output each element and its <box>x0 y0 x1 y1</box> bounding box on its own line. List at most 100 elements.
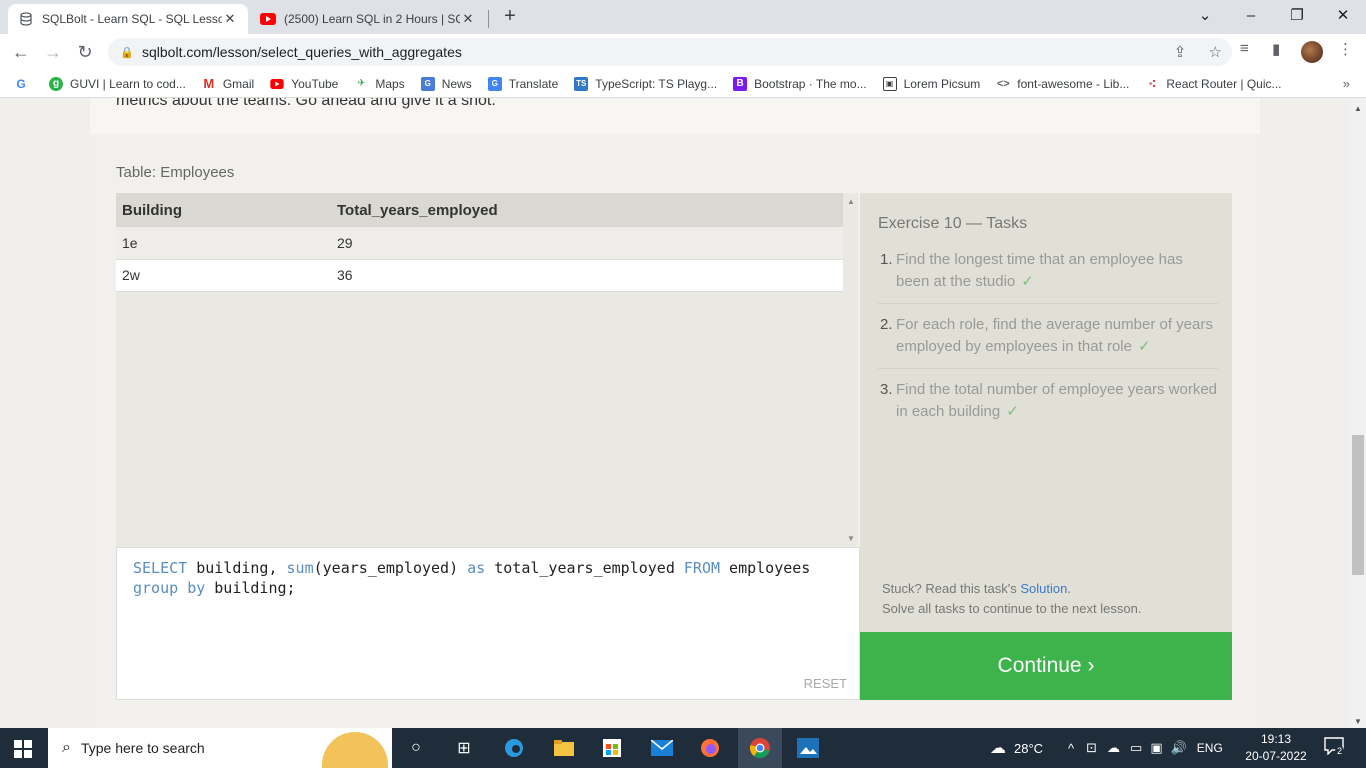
bookmark-font-awesome[interactable]: <> font-awesome - Lib... <box>996 76 1130 91</box>
sql-keyword: group <box>133 579 179 597</box>
clock-date: 20-07-2022 <box>1245 749 1307 763</box>
bookmark-react-router[interactable]: ⁖ React Router | Quic... <box>1145 77 1281 91</box>
photos-icon[interactable] <box>796 736 820 760</box>
scrollbar-thumb[interactable] <box>1352 435 1364 575</box>
language-indicator[interactable]: ENG <box>1197 741 1223 755</box>
react-router-icon: ⁖ <box>1148 76 1157 91</box>
more-bookmarks-icon[interactable]: » <box>1343 76 1350 91</box>
weather-temp: 28°C <box>1014 740 1044 756</box>
task-item: 3. Find the total number of employee yea… <box>878 379 1218 433</box>
tab-strip: SQLBolt - Learn SQL - SQL Lesson ✕ (2500… <box>0 0 1366 34</box>
google-bookmark[interactable]: G <box>14 77 35 91</box>
tab-close-icon[interactable]: ✕ <box>222 11 238 27</box>
column-header: Total_years_employed <box>331 193 843 227</box>
task-number: 3. <box>880 381 893 398</box>
bookmark-news[interactable]: G News <box>420 76 472 91</box>
sql-text: (years_employed) <box>313 559 468 577</box>
new-tab-button[interactable]: + <box>498 5 522 28</box>
taskbar-search[interactable]: ⌕ Type here to search <box>48 728 392 768</box>
tab-sqlbolt[interactable]: SQLBolt - Learn SQL - SQL Lesson ✕ <box>8 4 248 34</box>
firefox-icon[interactable] <box>698 736 722 760</box>
results-table: Building Total_years_employed 1e 29 2w 3… <box>116 193 843 292</box>
bookmark-youtube[interactable]: YouTube <box>270 77 338 91</box>
edge-icon[interactable] <box>502 736 526 760</box>
scroll-down-icon[interactable]: ▼ <box>847 534 855 543</box>
tab-search-icon[interactable]: ⌄ <box>1182 4 1228 28</box>
battery-icon[interactable]: ▭ <box>1130 740 1142 756</box>
task-view-icon[interactable]: ⊞ <box>452 736 476 760</box>
weather-widget[interactable]: ☁ 28°C <box>990 728 1043 768</box>
bookmark-label: GUVI | Learn to cod... <box>70 76 186 91</box>
forward-icon[interactable]: → <box>40 40 66 64</box>
tab-youtube[interactable]: (2500) Learn SQL in 2 Hours | SQL ✕ <box>250 4 486 34</box>
store-icon[interactable] <box>600 736 624 760</box>
exercise-tasks-panel: Exercise 10 — Tasks 1. Find the longest … <box>860 193 1232 632</box>
guvi-icon: g <box>49 76 63 91</box>
bookmark-guvi[interactable]: g GUVI | Learn to cod... <box>49 76 186 91</box>
scroll-up-icon[interactable]: ▲ <box>1354 104 1362 113</box>
reading-list-icon[interactable]: ≡ <box>1240 40 1249 57</box>
results-scrollbar[interactable]: ▲ ▼ <box>844 193 858 547</box>
code-icon: <> <box>996 77 1010 90</box>
share-icon[interactable]: ⇪ <box>1174 44 1187 61</box>
profile-avatar[interactable] <box>1301 41 1323 63</box>
task-text: Find the longest time that an employee h… <box>896 251 1183 290</box>
sql-query-code[interactable]: SELECT building, sum(years_employed) as … <box>133 558 843 598</box>
solution-link[interactable]: Solution <box>1020 581 1067 596</box>
bookmark-typescript[interactable]: TS TypeScript: TS Playg... <box>574 76 717 91</box>
bookmark-picsum[interactable]: ▣ Lorem Picsum <box>882 76 980 91</box>
sql-keyword: as <box>467 559 486 577</box>
bookmark-maps[interactable]: ✈ Maps <box>354 77 405 91</box>
cortana-icon[interactable]: ○ <box>404 736 428 760</box>
scroll-up-icon[interactable]: ▲ <box>847 197 855 206</box>
task-number: 2. <box>880 316 893 333</box>
address-bar[interactable]: 🔒 sqlbolt.com/lesson/select_queries_with… <box>108 38 1232 66</box>
google-icon: G <box>16 76 26 91</box>
close-window-button[interactable]: ✕ <box>1320 4 1366 28</box>
tab-close-icon[interactable]: ✕ <box>460 11 476 27</box>
tab-separator <box>488 10 489 28</box>
minimize-button[interactable]: – <box>1228 4 1274 28</box>
volume-icon[interactable]: 🔊 <box>1171 740 1187 756</box>
lock-icon[interactable]: 🔒 <box>120 46 136 59</box>
tray-icons: ^ ⊡ ☁ ▭ ▣ 🔊 ENG <box>1068 728 1223 768</box>
file-explorer-icon[interactable] <box>552 736 576 760</box>
page-scrollbar[interactable]: ▲ ▼ <box>1350 98 1366 728</box>
bookmark-gmail[interactable]: M Gmail <box>202 76 254 91</box>
show-hidden-icons[interactable]: ^ <box>1068 741 1074 756</box>
bookmark-bootstrap[interactable]: B Bootstrap · The mo... <box>733 76 867 91</box>
bookmark-label: font-awesome - Lib... <box>1017 76 1130 91</box>
back-icon[interactable]: ← <box>8 40 34 64</box>
tab-title: (2500) Learn SQL in 2 Hours | SQL <box>284 12 460 26</box>
notifications-icon[interactable]: 2 <box>1324 737 1346 759</box>
reset-button[interactable]: RESET <box>804 676 847 691</box>
page-viewport: metrics about the teams. Go ahead and gi… <box>0 98 1350 728</box>
scroll-down-icon[interactable]: ▼ <box>1354 717 1362 726</box>
menu-icon[interactable]: ⋮ <box>1338 40 1353 58</box>
meet-icon[interactable]: ⊡ <box>1086 740 1097 756</box>
task-item: 1. Find the longest time that an employe… <box>878 249 1218 304</box>
network-icon[interactable]: ▣ <box>1150 740 1162 756</box>
table-cell: 36 <box>331 259 843 292</box>
database-icon <box>18 11 34 27</box>
omnibox-actions: ⇪ ☆ <box>1174 43 1222 61</box>
clock-time: 19:13 <box>1260 732 1292 746</box>
sql-keyword: by <box>187 579 206 597</box>
windows-start-icon[interactable] <box>14 740 32 763</box>
chrome-icon[interactable] <box>738 728 782 768</box>
restore-button[interactable]: ❐ <box>1274 4 1320 28</box>
continue-button[interactable]: Continue › <box>860 632 1232 700</box>
table-cell: 1e <box>116 227 331 260</box>
bookmark-star-icon[interactable]: ☆ <box>1209 44 1222 61</box>
bookmark-translate[interactable]: G Translate <box>487 76 558 91</box>
mail-icon[interactable] <box>650 736 674 760</box>
onedrive-icon[interactable]: ☁ <box>1107 740 1120 756</box>
reload-icon[interactable]: ↻ <box>72 40 98 64</box>
side-panel-icon[interactable]: ▮ <box>1272 40 1280 58</box>
table-row: 1e 29 <box>116 227 843 260</box>
bookmark-label: React Router | Quic... <box>1166 76 1282 91</box>
clock[interactable]: 19:13 20-07-2022 <box>1240 731 1312 765</box>
bookmark-label: News <box>441 76 472 91</box>
task-list: 1. Find the longest time that an employe… <box>878 249 1218 443</box>
sql-query-editor[interactable]: SELECT building, sum(years_employed) as … <box>116 547 860 700</box>
